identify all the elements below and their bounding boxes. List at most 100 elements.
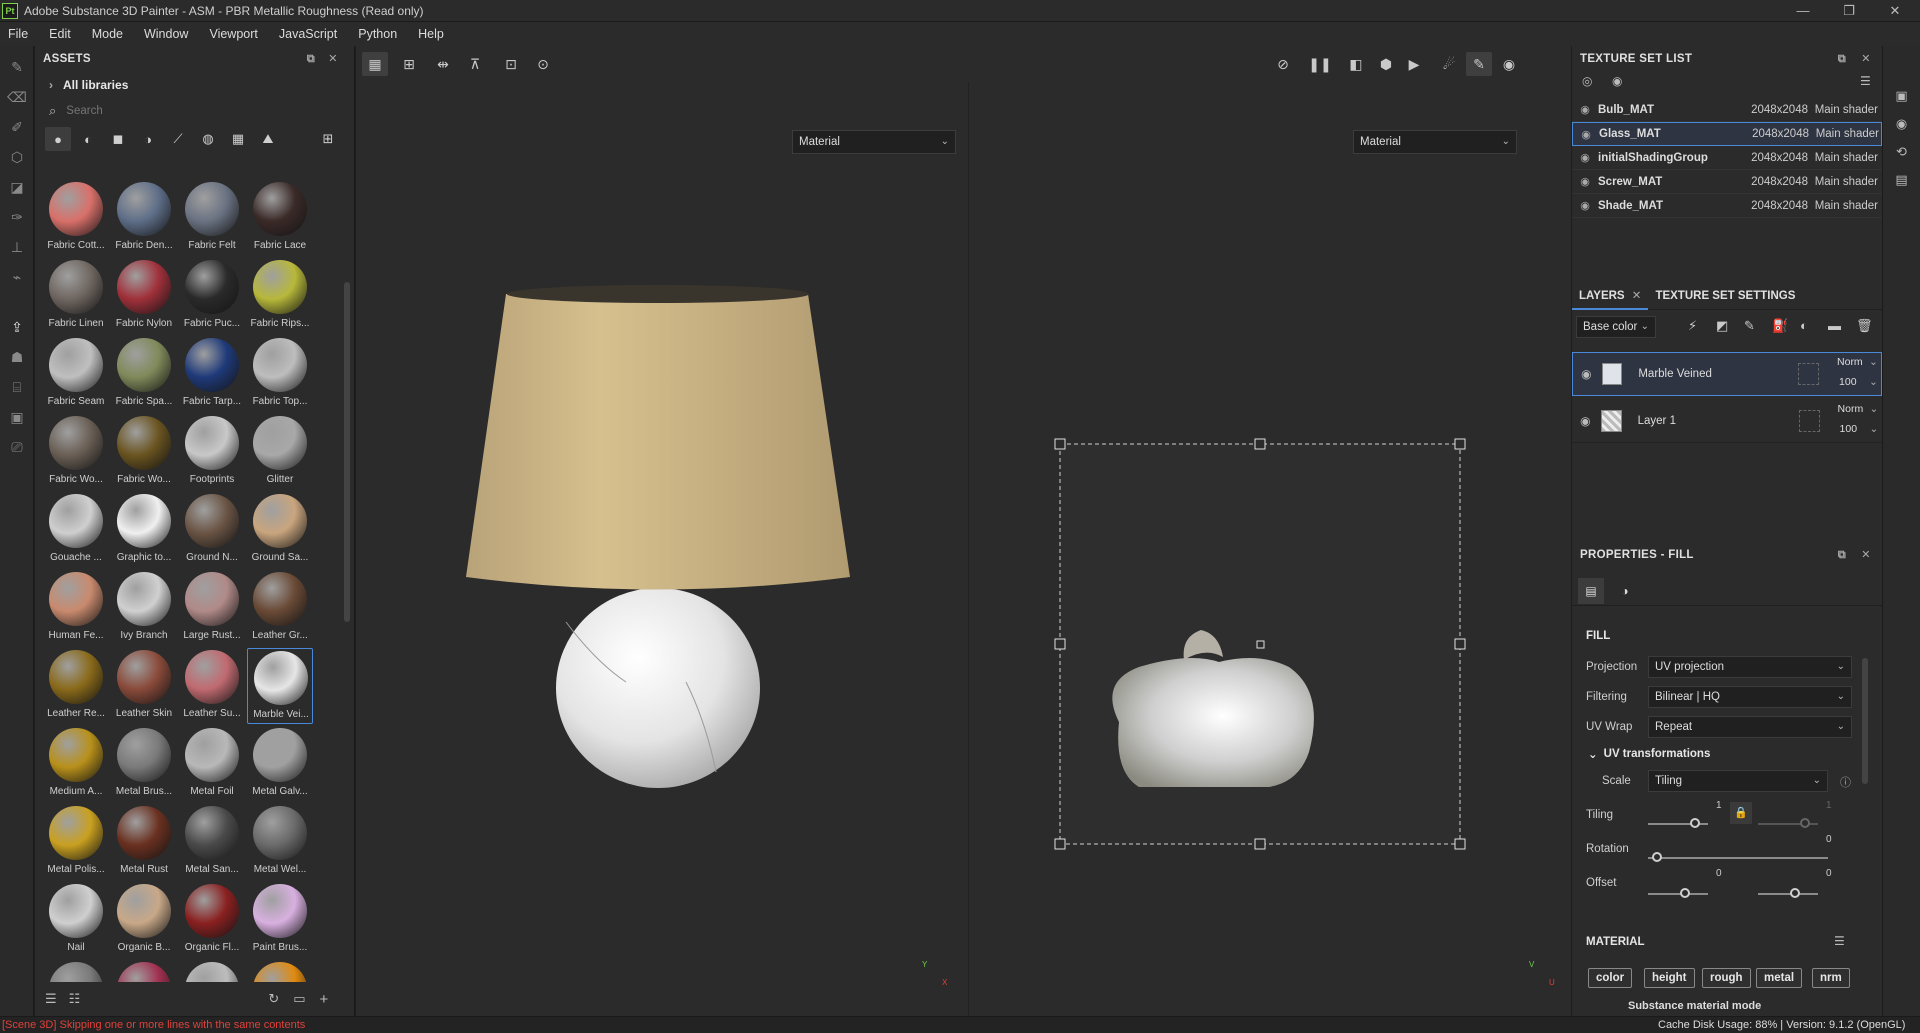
smart-masks-filter-icon[interactable]: ◑ [135,127,161,151]
texture-set-row[interactable]: ◉ Bulb_MAT 2048x2048 Main shader [1572,98,1882,122]
asset-thumbnail[interactable]: Fabric Wo... [43,414,109,490]
rotation-slider[interactable] [1648,857,1828,859]
info-icon[interactable]: ⓘ [1840,774,1851,790]
masks-filter-icon[interactable]: ◼ [105,127,131,151]
add-icon[interactable]: + [320,991,329,1008]
lock-icon[interactable]: 🔒 [1730,802,1752,824]
cube-view-icon[interactable]: ⬢ [1373,52,1399,76]
asset-thumbnail[interactable]: Metal Rust [111,804,177,880]
material-properties-icon[interactable]: ◑ [1612,578,1638,604]
textures-filter-icon[interactable]: ▦ [225,127,251,151]
asset-thumbnail[interactable]: Fabric Seam [43,336,109,412]
asset-thumbnail[interactable]: Ivy Branch [111,570,177,646]
pause-icon[interactable]: ❚❚ [1307,52,1333,76]
camera-icon[interactable]: ▶ [1401,52,1427,76]
texture-set-list-icon[interactable]: ▣ [1883,88,1920,104]
visibility-eye-icon[interactable]: ◉ [1572,151,1598,164]
hide-all-icon[interactable]: ◎ [1582,74,1592,88]
channel-nrm-toggle[interactable]: nrm [1812,968,1850,988]
uvwrap-select[interactable]: Repeat ⌄ [1648,716,1852,738]
visibility-eye-icon[interactable]: ◉ [1572,175,1598,188]
visibility-eye-icon[interactable]: ◉ [1572,103,1598,116]
close-icon[interactable]: ✕ [1858,547,1874,563]
asset-thumbnail[interactable]: Leather Su... [179,648,245,724]
light-icon[interactable]: ☄ [1436,52,1462,76]
screenshot-icon[interactable]: ◉ [1496,52,1522,76]
offset-slider-v[interactable] [1758,893,1818,895]
texture-set-row[interactable]: ◉ initialShadingGroup 2048x2048 Main shader [1572,146,1882,170]
history-icon[interactable]: ⟲ [1883,144,1920,160]
channel-metal-toggle[interactable]: metal [1756,968,1803,988]
asset-thumbnail[interactable] [111,960,177,982]
asset-thumbnail[interactable]: Fabric Top... [247,336,313,412]
asset-thumbnail[interactable]: Paint Brus... [247,882,313,958]
asset-thumbnail[interactable]: Organic B... [111,882,177,958]
blend-mode-select[interactable]: Norm [1838,403,1864,415]
display-icon[interactable]: ◉ [1883,116,1920,132]
uv-handle[interactable] [1054,638,1066,650]
uv-handle[interactable] [1454,438,1466,450]
bake-icon[interactable]: ⌸ [0,372,34,402]
texture-set-row[interactable]: ◉ Glass_MAT 2048x2048 Main shader [1572,122,1882,146]
offset-knob-v[interactable] [1790,888,1800,898]
visibility-eye-icon[interactable]: ◉ [1576,414,1595,428]
opacity-value[interactable]: 100 [1840,423,1858,435]
asset-thumbnail[interactable]: Metal Wel... [247,804,313,880]
asset-thumbnail[interactable]: Fabric Tarp... [179,336,245,412]
asset-thumbnail[interactable]: Metal Galv... [247,726,313,802]
menu-file[interactable]: File [8,27,28,41]
hide-overlay-icon[interactable]: ⊘ [1270,52,1296,76]
fit-view-icon[interactable]: ⊡ [498,52,524,76]
asset-thumbnail[interactable]: Metal San... [179,804,245,880]
geometry-mask-icon[interactable]: ⬡ [0,142,34,172]
texture-set-row[interactable]: ◉ Screw_MAT 2048x2048 Main shader [1572,170,1882,194]
asset-thumbnail[interactable]: Footprints [179,414,245,490]
asset-thumbnail[interactable]: Fabric Linen [43,258,109,334]
tab-texture-set-settings[interactable]: TEXTURE SET SETTINGS [1648,282,1802,310]
grid-options-icon[interactable]: ⊞ [396,52,422,76]
library-selector[interactable]: › All libraries [35,72,354,98]
close-icon[interactable]: ✕ [325,51,341,67]
layer-row[interactable]: ◉ Marble Veined Norm ⌄ 100 ⌄ [1572,352,1882,396]
layer-mask-slot[interactable] [1798,363,1820,385]
asset-thumbnail[interactable]: Nail [43,882,109,958]
uv-transformations-toggle[interactable]: ⌄ UV transformations [1572,741,1872,767]
fill-properties-icon[interactable]: ▤ [1578,578,1604,604]
asset-thumbnail[interactable]: Human Fe... [43,570,109,646]
uv-handle[interactable] [1454,638,1466,650]
delete-layer-icon[interactable]: 🗑 [1856,318,1873,334]
add-smart-material-icon[interactable]: ◐ [1800,318,1808,333]
reset-view-icon[interactable]: ⊙ [530,52,556,76]
log-icon[interactable]: ▤ [1883,172,1920,188]
add-folder-icon[interactable]: ▬ [1828,318,1841,333]
folder-icon[interactable]: ▭ [293,991,305,1007]
search-input[interactable] [66,105,307,117]
close-button[interactable]: ✕ [1872,0,1918,22]
color-picker-icon[interactable]: ⌁ [0,262,34,292]
asset-thumbnail[interactable]: Ground Sa... [247,492,313,568]
grid-toggle-icon[interactable]: ▦ [362,52,388,76]
align-icon[interactable]: ⊼ [462,52,488,76]
uv-handle[interactable] [1254,838,1266,850]
menu-mode[interactable]: Mode [92,27,123,41]
material-menu-icon[interactable]: ☰ [1834,934,1845,948]
uv-handle[interactable] [1054,838,1066,850]
assets-icon[interactable]: ☗ [0,342,34,372]
asset-thumbnail[interactable]: Fabric Lace [247,180,313,256]
layer-row[interactable]: ◉ Layer 1 Norm ⌄ 100 ⌄ [1572,399,1882,443]
texture-set-row[interactable]: ◉ Shade_MAT 2048x2048 Main shader [1572,194,1882,218]
asset-thumbnail[interactable]: Fabric Wo... [111,414,177,490]
shader-settings-icon[interactable]: ⎚ [0,432,34,462]
asset-thumbnail[interactable]: Metal Foil [179,726,245,802]
add-mask-icon[interactable]: ◩ [1716,318,1728,334]
smart-materials-filter-icon[interactable]: ◐ [75,127,101,151]
eraser-icon[interactable]: ⌫ [0,82,34,112]
export-icon[interactable]: ⇪ [0,312,34,342]
asset-thumbnail[interactable]: Leather Skin [111,648,177,724]
scale-select[interactable]: Tiling ⌄ [1648,770,1828,792]
asset-thumbnail[interactable] [43,960,109,982]
asset-thumbnail[interactable] [247,960,313,982]
materials-filter-icon[interactable]: ● [45,127,71,151]
add-fill-layer-icon[interactable]: ⛽ [1772,318,1788,334]
view-2d[interactable]: Material ⌄ V U [968,82,1571,1016]
